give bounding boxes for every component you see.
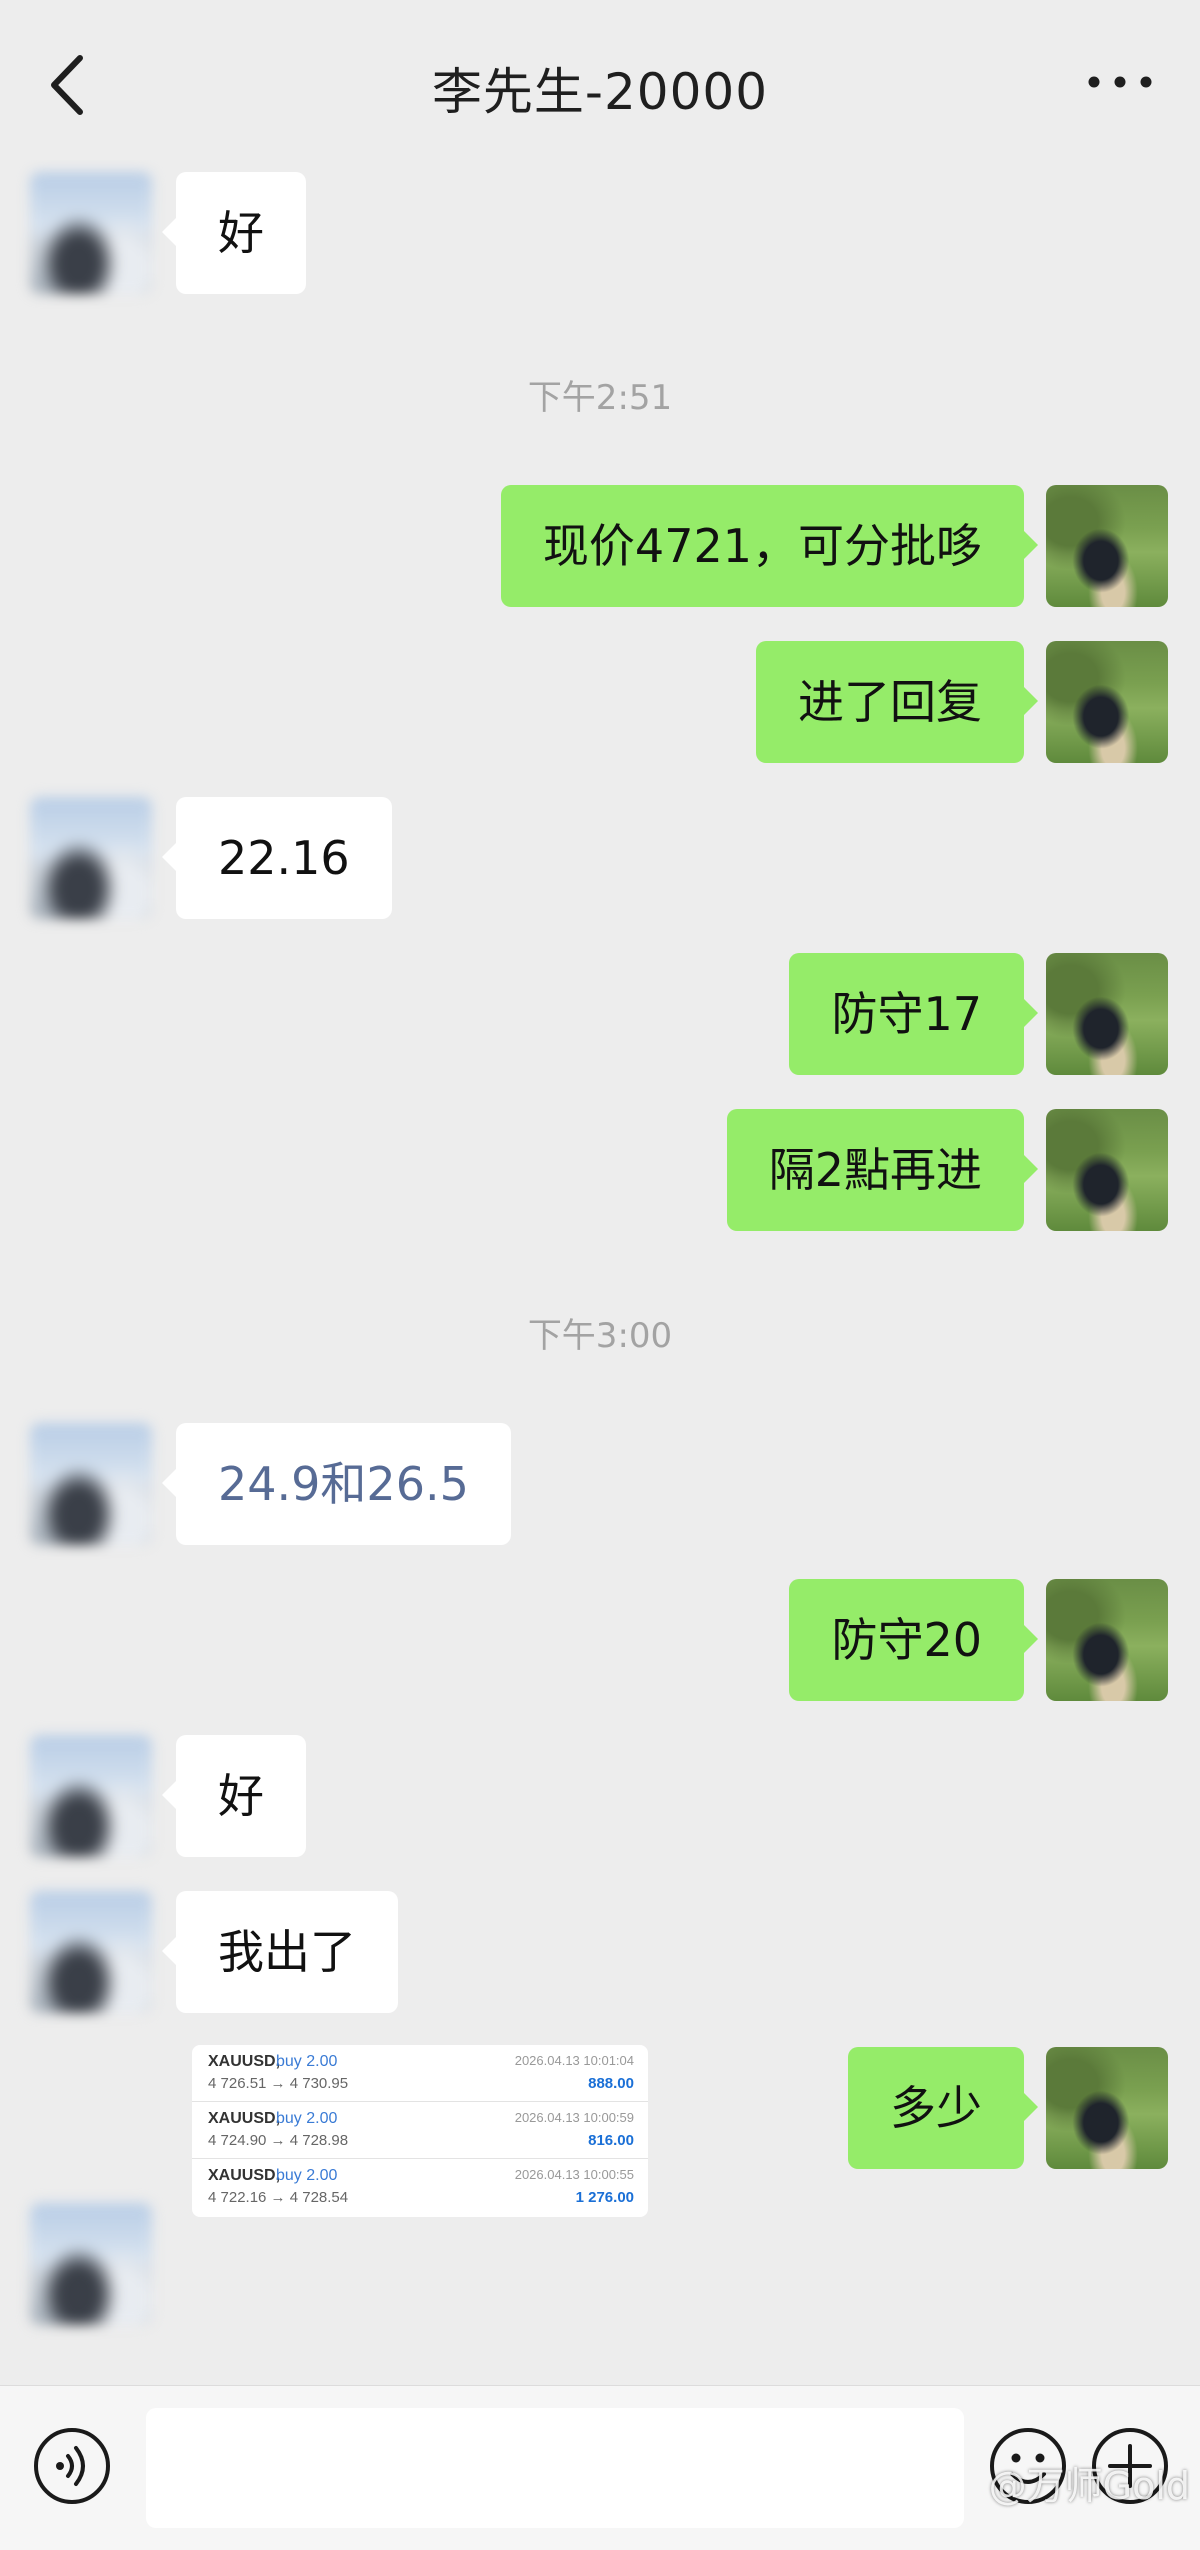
trade-direction: buy 2.00 xyxy=(276,2167,338,2184)
my-avatar[interactable] xyxy=(1046,2047,1168,2169)
contact-avatar[interactable] xyxy=(30,172,152,294)
my-avatar[interactable] xyxy=(1046,953,1168,1075)
my-avatar[interactable] xyxy=(1046,1109,1168,1231)
contact-avatar[interactable] xyxy=(30,1735,152,1857)
trade-profit: 1 276.00 xyxy=(575,2189,634,2206)
contact-message[interactable]: 好 xyxy=(162,1735,306,1857)
trade-row: XAUUSD, buy 2.00 4 724.90 → 4 728.98 202… xyxy=(192,2102,648,2159)
trade-profit: 888.00 xyxy=(588,2075,634,2092)
contact-message[interactable]: 我出了 xyxy=(162,1891,398,2013)
trade-screenshot-image[interactable]: XAUUSD, buy 2.00 4 726.51 → 4 730.95 202… xyxy=(192,2045,648,2217)
my-message[interactable]: 现价4721，可分批哆 xyxy=(500,485,1039,607)
trade-direction: buy 2.00 xyxy=(276,2110,338,2127)
trade-prices: 4 726.51 → 4 730.95 xyxy=(208,2075,349,2092)
timestamp: 下午3:00 xyxy=(527,1316,673,1356)
trade-symbol: XAUUSD, xyxy=(208,2110,281,2127)
trade-row: XAUUSD, buy 2.00 4 726.51 → 4 730.95 202… xyxy=(192,2045,648,2102)
trade-row: XAUUSD, buy 2.00 4 722.16 → 4 728.54 202… xyxy=(192,2159,648,2215)
message-input[interactable] xyxy=(146,2408,964,2528)
my-message[interactable]: 进了回复 xyxy=(756,641,1038,763)
contact-message[interactable]: 22.16 xyxy=(162,797,392,919)
message-list[interactable]: 好 下午2:51 现价4721，可分批哆 进了回复 22.16 防守17 隔2點… xyxy=(0,160,1200,2380)
chat-header: 李先生-20000 xyxy=(0,0,1200,160)
my-message[interactable]: 多少 xyxy=(848,2047,1038,2169)
my-avatar[interactable] xyxy=(1046,485,1168,607)
trade-symbol: XAUUSD, xyxy=(208,2053,281,2070)
contact-avatar[interactable] xyxy=(30,2203,152,2325)
trade-datetime: 2026.04.13 10:00:59 xyxy=(514,2110,634,2125)
my-avatar[interactable] xyxy=(1046,1579,1168,1701)
contact-message[interactable]: 好 xyxy=(162,172,306,294)
contact-avatar[interactable] xyxy=(30,1891,152,2013)
my-message[interactable]: 防守17 xyxy=(789,953,1038,1075)
contact-avatar[interactable] xyxy=(30,1423,152,1545)
my-message[interactable]: 隔2點再进 xyxy=(726,1109,1039,1231)
trade-prices: 4 722.16 → 4 728.54 xyxy=(208,2189,349,2206)
contact-message[interactable]: 24.9和26.5 xyxy=(162,1423,511,1545)
more-dots-icon[interactable] xyxy=(1080,62,1160,102)
trade-profit: 816.00 xyxy=(588,2132,634,2149)
trade-datetime: 2026.04.13 10:00:55 xyxy=(514,2167,634,2182)
timestamp: 下午2:51 xyxy=(527,378,673,418)
trade-direction: buy 2.00 xyxy=(276,2053,338,2070)
watermark: @万师Gold xyxy=(988,2464,1190,2508)
my-avatar[interactable] xyxy=(1046,641,1168,763)
chat-title: 李先生-20000 xyxy=(431,63,769,121)
my-message[interactable]: 防守20 xyxy=(789,1579,1038,1701)
trade-datetime: 2026.04.13 10:01:04 xyxy=(514,2053,634,2068)
contact-avatar[interactable] xyxy=(30,797,152,919)
trade-prices: 4 724.90 → 4 728.98 xyxy=(208,2132,349,2149)
trade-symbol: XAUUSD, xyxy=(208,2167,281,2184)
voice-icon[interactable] xyxy=(32,2426,112,2506)
